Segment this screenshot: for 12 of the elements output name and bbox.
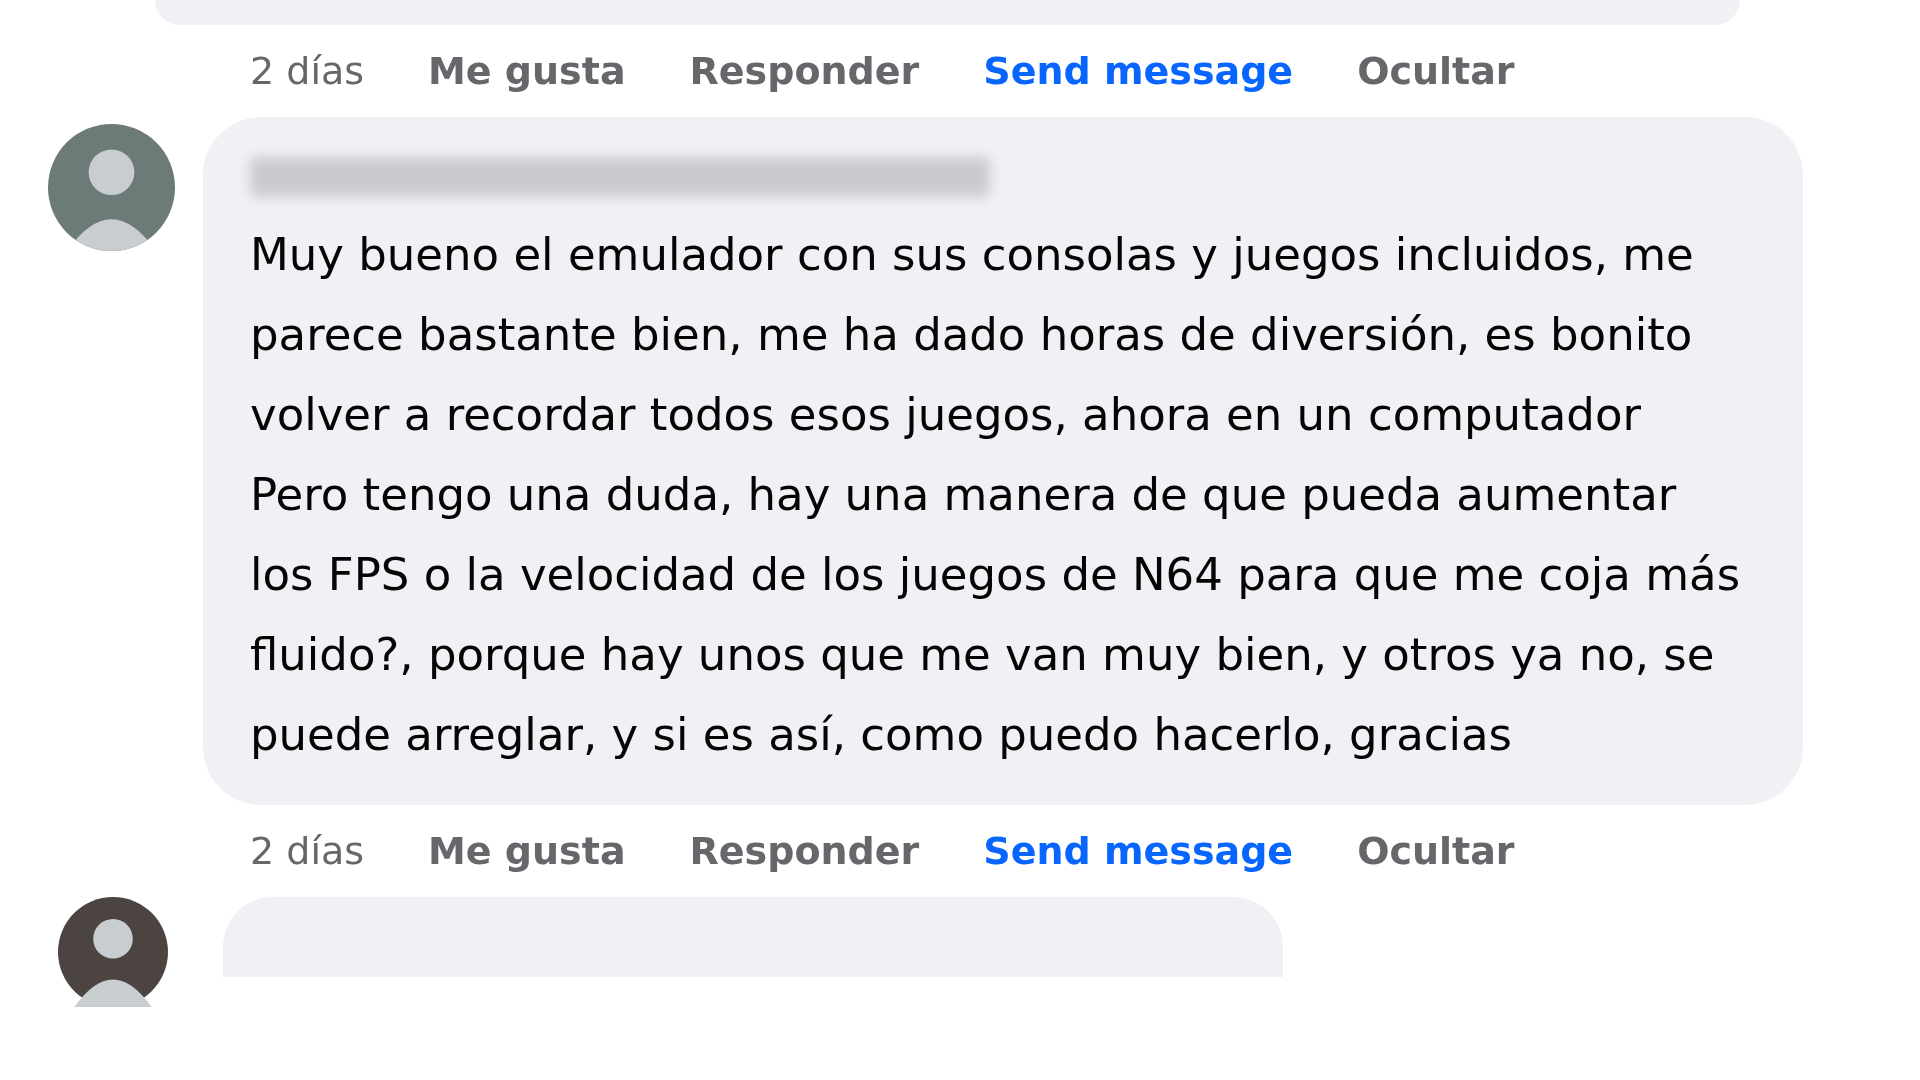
comment-time: 2 días (250, 47, 365, 95)
comment-action[interactable]: Me gusta (428, 822, 626, 880)
send-message-link[interactable]: Send message (983, 822, 1294, 880)
comment-text: Muy bueno el emulador con sus consolas y juegos incluidos, me parece bastante bien, me ha dado horas de diversión, es bonito volver a recordar todos esos juegos, ahora en un computador (250, 227, 1695, 443)
comment-action[interactable]: Me gusta (428, 42, 626, 100)
comment-action[interactable]: Responder (689, 42, 920, 100)
send-message-link[interactable]: Send message (983, 42, 1294, 100)
comment-action[interactable]: Ocultar (1357, 42, 1515, 100)
comment-time: 2 días (250, 827, 365, 875)
comment-action[interactable]: Responder (689, 822, 920, 880)
comment-text: Pero tengo una duda, hay una manera de que pueda aumentar los FPS o la velocidad de los juegos de N64 para que me coja más fluido?, porque hay unos que me van muy bien, y otros ya no, se puede arreglar, y si es así, como puedo hacerlo, gracias (250, 467, 1742, 763)
comment-action[interactable]: Ocultar (1357, 822, 1515, 880)
